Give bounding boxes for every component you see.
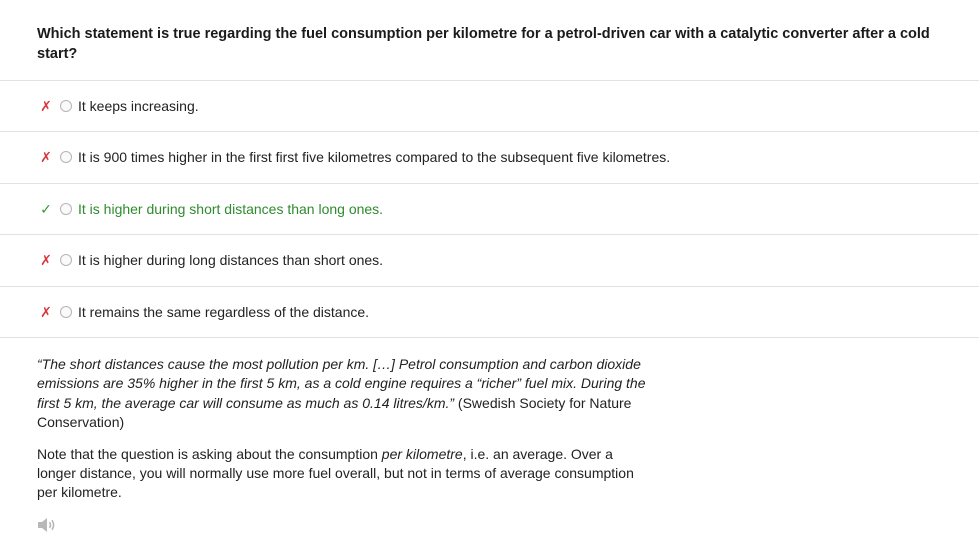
explanation-note: Note that the question is asking about t…	[37, 445, 647, 503]
explanation-quote-paragraph: “The short distances cause the most poll…	[37, 355, 647, 433]
explanation-note-start: Note that the question is asking about t…	[37, 445, 382, 462]
answer-option-4[interactable]: ✗ It is higher during long distances tha…	[0, 235, 979, 287]
answer-option-label: It keeps increasing.	[78, 98, 199, 114]
explanation-note-emphasis: per kilometre	[381, 445, 463, 462]
correct-mark-icon: ✓	[40, 200, 52, 217]
radio-button[interactable]	[60, 202, 72, 215]
radio-button[interactable]	[60, 254, 72, 267]
answer-option-label: It remains the same regardless of the di…	[78, 303, 370, 320]
radio-button[interactable]	[60, 305, 72, 318]
incorrect-mark-icon: ✗	[40, 149, 52, 166]
question-text: Which statement is true regarding the fu…	[37, 26, 930, 62]
speaker-icon-graphic	[38, 518, 55, 532]
answer-option-3[interactable]: ✓ It is higher during short distances th…	[0, 184, 979, 236]
answer-option-2[interactable]: ✗ It is 900 times higher in the first fi…	[0, 132, 979, 184]
incorrect-mark-icon: ✗	[40, 303, 52, 320]
answer-option-1[interactable]: ✗ It keeps increasing.	[0, 81, 979, 133]
answer-option-label: It is higher during long distances than …	[78, 252, 384, 269]
answer-option-label: It is 900 times higher in the first firs…	[78, 149, 671, 166]
explanation: “The short distances cause the most poll…	[37, 355, 647, 515]
answer-options: ✗ It keeps increasing. ✗ It is 900 times…	[0, 80, 979, 338]
radio-button[interactable]	[60, 100, 72, 112]
radio-button[interactable]	[60, 151, 72, 164]
answer-option-5[interactable]: ✗ It remains the same regardless of the …	[0, 287, 979, 338]
answer-option-label: It is higher during short distances than…	[78, 200, 384, 217]
incorrect-mark-icon: ✗	[40, 252, 52, 269]
speaker-icon[interactable]	[37, 516, 57, 534]
incorrect-mark-icon: ✗	[40, 98, 52, 114]
